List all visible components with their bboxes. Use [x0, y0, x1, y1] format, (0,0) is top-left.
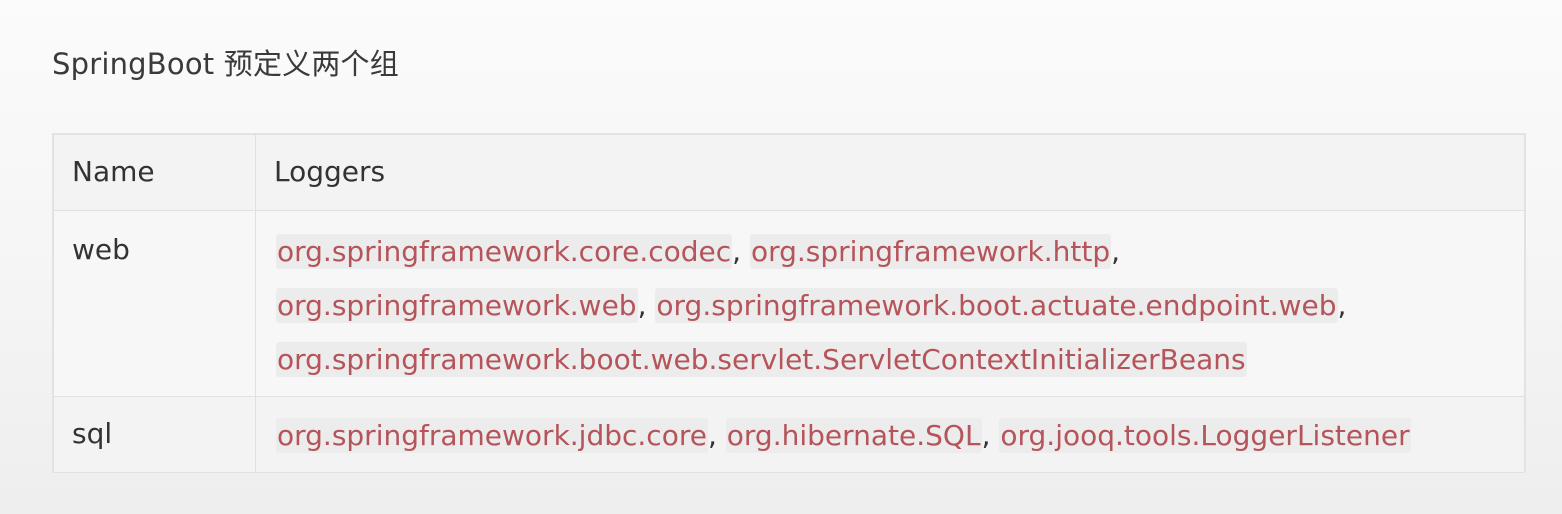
logger-code: org.springframework.core.codec [276, 234, 733, 269]
logger-groups-table: Name Loggers web org.springframework.cor… [53, 134, 1525, 473]
logger-code: org.hibernate.SQL [725, 418, 982, 453]
logger-code: org.springframework.boot.web.servlet.Ser… [276, 342, 1247, 377]
logger-groups-table-container: Name Loggers web org.springframework.cor… [52, 133, 1526, 473]
logger-code: org.springframework.http [749, 234, 1112, 269]
header-name: Name [53, 134, 256, 211]
table-row-web: web org.springframework.core.codec, org.… [53, 210, 1525, 397]
section-heading: SpringBoot 预定义两个组 [52, 47, 399, 81]
group-name-web: web [53, 210, 256, 397]
logger-code: org.springframework.jdbc.core [276, 418, 708, 453]
logger-code: org.springframework.web [276, 288, 638, 323]
header-loggers: Loggers [255, 134, 1525, 211]
group-loggers-web: org.springframework.core.codec, org.spri… [255, 210, 1525, 397]
table-row-sql: sql org.springframework.jdbc.core, org.h… [53, 396, 1525, 473]
group-name-sql: sql [53, 396, 256, 473]
logger-code: org.jooq.tools.LoggerListener [999, 418, 1411, 453]
group-loggers-sql: org.springframework.jdbc.core, org.hiber… [255, 396, 1525, 473]
logger-code: org.springframework.boot.actuate.endpoin… [655, 288, 1338, 323]
table-header-row: Name Loggers [53, 134, 1525, 211]
